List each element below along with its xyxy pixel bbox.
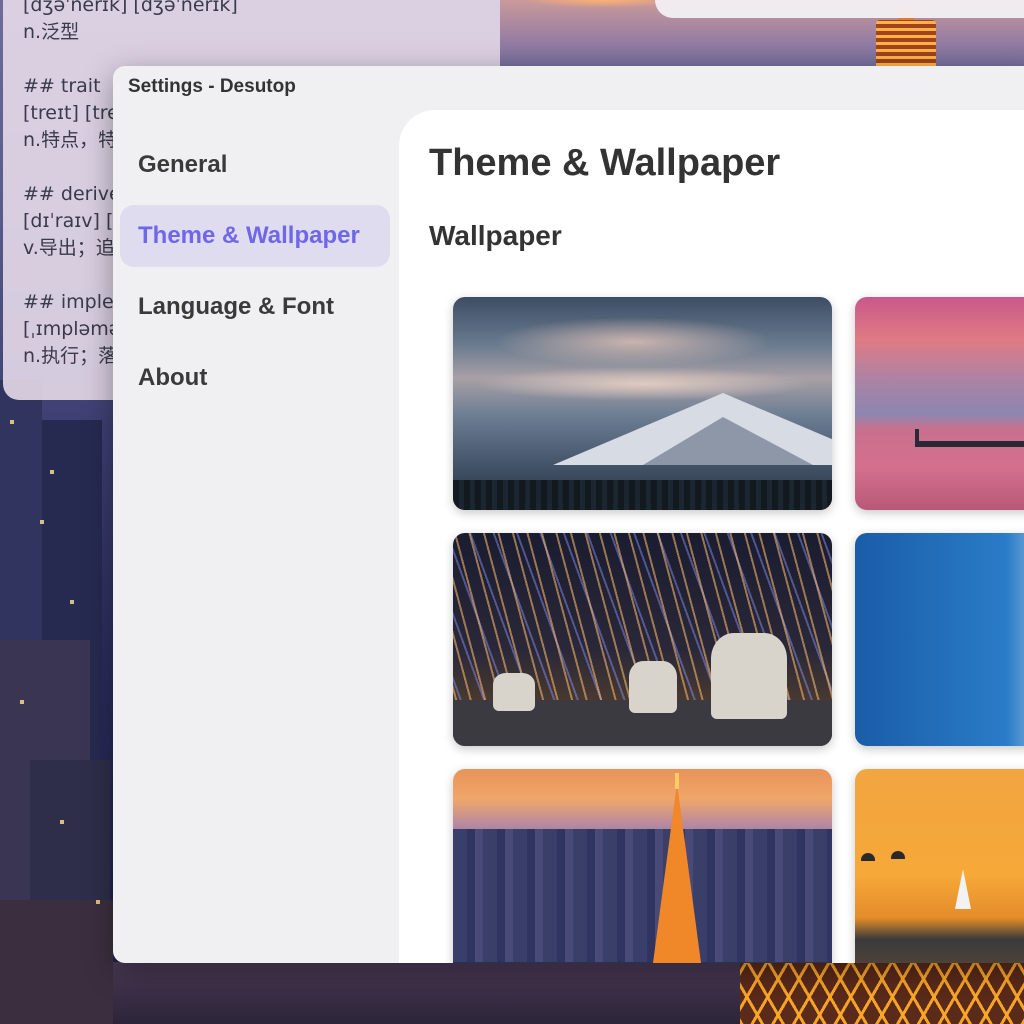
city-light bbox=[20, 700, 24, 704]
note-line: [dʒəˈnerɪk] [dʒəˈnerɪk] bbox=[23, 0, 238, 16]
window-title: Settings - Desutop bbox=[128, 76, 296, 97]
note-line: n.泛型 bbox=[23, 21, 80, 43]
mountain-shade bbox=[643, 417, 813, 465]
wallpaper-thumb-mountain[interactable] bbox=[453, 297, 832, 510]
city-light bbox=[50, 470, 54, 474]
sidebar-item-label: Language & Font bbox=[138, 293, 334, 320]
sidebar-item-language-font[interactable]: Language & Font bbox=[120, 276, 390, 338]
tower-mast bbox=[675, 773, 679, 789]
tokyo-tower-top bbox=[876, 6, 936, 66]
observatory-dome bbox=[711, 633, 787, 719]
city-skyline bbox=[113, 962, 743, 1024]
kite bbox=[861, 853, 875, 861]
background-panel bbox=[655, 0, 1024, 18]
settings-window[interactable]: Settings - Desutop General Theme & Wallp… bbox=[113, 66, 1024, 963]
city-light bbox=[70, 600, 74, 604]
treeline bbox=[453, 480, 832, 510]
page-title: Theme & Wallpaper bbox=[429, 142, 781, 184]
section-title-wallpaper: Wallpaper bbox=[429, 220, 562, 251]
kite bbox=[891, 851, 905, 859]
pier bbox=[915, 441, 1024, 447]
city-light bbox=[96, 900, 100, 904]
city-skyline bbox=[453, 829, 832, 962]
sidebar-item-label: General bbox=[138, 151, 228, 178]
sidebar-item-label: About bbox=[138, 364, 208, 391]
wallpaper-thumb-star-trails[interactable] bbox=[453, 533, 832, 746]
wallpaper-thumb-tokyo-tower[interactable] bbox=[453, 769, 832, 963]
observatory-dome bbox=[629, 661, 677, 713]
sidebar-item-theme-wallpaper[interactable]: Theme & Wallpaper bbox=[120, 205, 390, 267]
cloud bbox=[493, 317, 773, 367]
wallpaper-thumb-orange-sea[interactable] bbox=[855, 769, 1024, 963]
city-light bbox=[10, 420, 14, 424]
city-light bbox=[60, 820, 64, 824]
sidebar-item-about[interactable]: About bbox=[120, 347, 390, 409]
wallpaper-thumb-pink-sunset[interactable] bbox=[855, 297, 1024, 510]
building bbox=[0, 900, 113, 1024]
settings-content-panel: Theme & Wallpaper Wallpaper bbox=[399, 110, 1024, 963]
tokyo-tower-lattice bbox=[740, 960, 1024, 1024]
wallpaper-thumb-aerial-beach[interactable] bbox=[855, 533, 1024, 746]
sidebar-item-general[interactable]: General bbox=[120, 134, 390, 196]
sidebar-item-label: Theme & Wallpaper bbox=[138, 222, 360, 249]
observatory-dome bbox=[493, 673, 535, 711]
lighthouse bbox=[915, 429, 919, 443]
sunset-glow bbox=[520, 0, 660, 8]
tokyo-tower bbox=[653, 783, 701, 963]
city-light bbox=[40, 520, 44, 524]
windsurf-sail bbox=[955, 869, 971, 909]
